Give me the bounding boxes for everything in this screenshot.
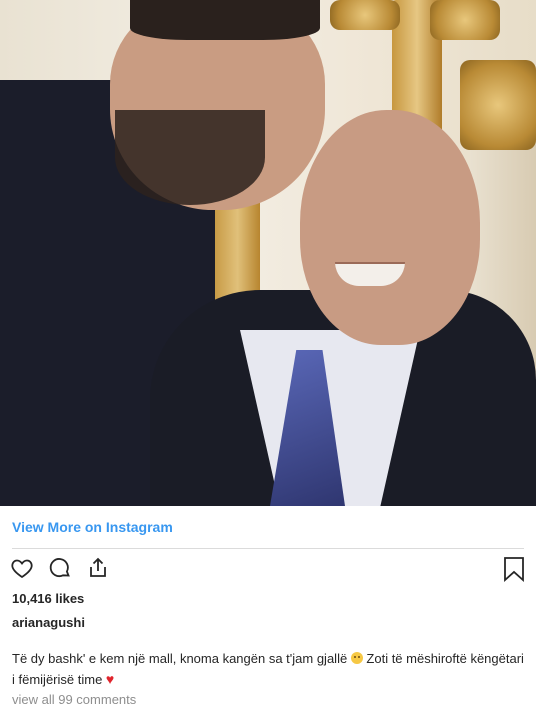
sad-face-emoji bbox=[350, 652, 363, 664]
caption-text-1: Të dy bashk' e kem një mall, knoma kangë… bbox=[12, 651, 351, 666]
photo-capital-1 bbox=[330, 0, 400, 30]
post-caption: Të dy bashk' e kem një mall, knoma kangë… bbox=[12, 648, 524, 690]
view-comments-link[interactable]: view all 99 comments bbox=[12, 692, 136, 707]
photo-capital-2 bbox=[430, 0, 500, 40]
share-upload-icon[interactable] bbox=[86, 556, 110, 582]
photo-capital-3 bbox=[460, 60, 536, 150]
photo-left-person-beard bbox=[115, 110, 265, 205]
bookmark-icon[interactable] bbox=[503, 556, 525, 582]
red-heart-emoji: ♥ bbox=[105, 671, 115, 687]
heart-outline-icon[interactable] bbox=[10, 556, 34, 582]
action-bar bbox=[10, 556, 110, 582]
divider bbox=[12, 548, 524, 549]
post-photo[interactable] bbox=[0, 0, 536, 506]
comment-bubble-icon[interactable] bbox=[48, 556, 72, 582]
likes-count[interactable]: 10,416 likes bbox=[12, 591, 84, 606]
photo-left-person-hair bbox=[130, 0, 320, 40]
view-more-link[interactable]: View More on Instagram bbox=[12, 519, 173, 535]
photo-right-person-face bbox=[300, 110, 480, 345]
username[interactable]: arianagushi bbox=[12, 615, 85, 630]
